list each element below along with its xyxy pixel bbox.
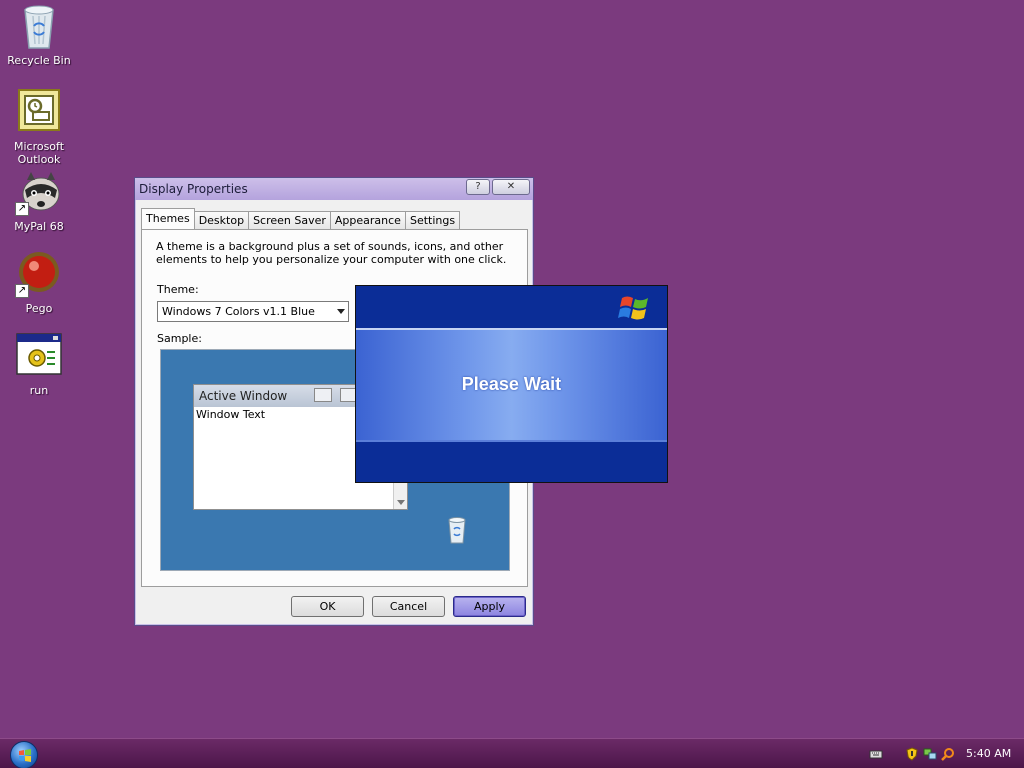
mypal-raccoon-icon: ↗ xyxy=(15,168,63,216)
minimize-icon xyxy=(314,388,332,402)
dialog-title-bar[interactable]: Display Properties ? ✕ xyxy=(135,178,533,200)
network-icon[interactable] xyxy=(923,747,937,761)
tab-strip: Themes Desktop Screen Saver Appearance S… xyxy=(141,208,461,230)
desktop-icon-pego[interactable]: ↗ Pego xyxy=(0,250,78,315)
desktop-icon-recycle-bin[interactable]: Recycle Bin xyxy=(0,2,78,67)
desktop-icon-label: MyPal 68 xyxy=(14,220,64,233)
security-shield-icon[interactable] xyxy=(905,747,919,761)
tab-screen-saver[interactable]: Screen Saver xyxy=(248,211,331,229)
shortcut-arrow-icon: ↗ xyxy=(15,202,29,216)
pego-red-ball-icon: ↗ xyxy=(15,250,63,298)
outlook-icon xyxy=(15,88,63,136)
ok-button[interactable]: OK xyxy=(291,596,364,617)
desktop-icon-label: Recycle Bin xyxy=(7,54,71,67)
theme-label: Theme: xyxy=(157,283,199,296)
search-icon[interactable] xyxy=(941,747,955,761)
please-wait-splash: Please Wait xyxy=(355,285,668,483)
run-gear-window-icon xyxy=(15,332,63,380)
tab-themes[interactable]: Themes xyxy=(141,208,195,229)
chevron-down-icon xyxy=(337,309,345,314)
theme-dropdown[interactable]: Windows 7 Colors v1.1 Blue xyxy=(157,301,349,322)
theme-description: A theme is a background plus a set of so… xyxy=(156,240,507,266)
tab-desktop[interactable]: Desktop xyxy=(193,211,250,229)
desktop-icon-outlook[interactable]: Microsoft Outlook xyxy=(0,88,78,166)
please-wait-message: Please Wait xyxy=(461,374,562,394)
desktop-icon-label: Microsoft Outlook xyxy=(13,140,65,166)
dialog-title: Display Properties xyxy=(139,182,248,196)
desktop-icon-mypal[interactable]: ↗ MyPal 68 xyxy=(0,168,78,233)
keyboard-icon[interactable] xyxy=(869,747,883,761)
desktop-icon-label: Pego xyxy=(25,302,53,315)
sample-label: Sample: xyxy=(157,332,202,345)
sample-window-title: Active Window xyxy=(199,389,288,403)
desktop-icon-run[interactable]: run xyxy=(0,332,78,397)
scroll-down-icon xyxy=(397,500,405,505)
desktop-icon-label: run xyxy=(29,384,49,397)
sample-window-text: Window Text xyxy=(196,408,266,421)
close-button[interactable]: ✕ xyxy=(492,179,530,195)
tab-appearance[interactable]: Appearance xyxy=(329,211,406,229)
windows-logo-icon xyxy=(19,749,31,762)
windows-xp-flag-icon xyxy=(618,292,652,324)
theme-dropdown-value: Windows 7 Colors v1.1 Blue xyxy=(162,305,315,318)
recycle-bin-icon xyxy=(15,2,63,50)
cancel-button[interactable]: Cancel xyxy=(372,596,445,617)
taskbar: 5:40 AM xyxy=(0,738,1024,768)
start-button[interactable] xyxy=(10,741,38,768)
shortcut-arrow-icon: ↗ xyxy=(15,284,29,298)
taskbar-clock[interactable]: 5:40 AM xyxy=(966,747,1011,760)
apply-button[interactable]: Apply xyxy=(453,596,526,617)
sample-recycle-bin-icon xyxy=(446,516,468,544)
help-button[interactable]: ? xyxy=(466,179,490,195)
tab-settings[interactable]: Settings xyxy=(404,211,461,229)
